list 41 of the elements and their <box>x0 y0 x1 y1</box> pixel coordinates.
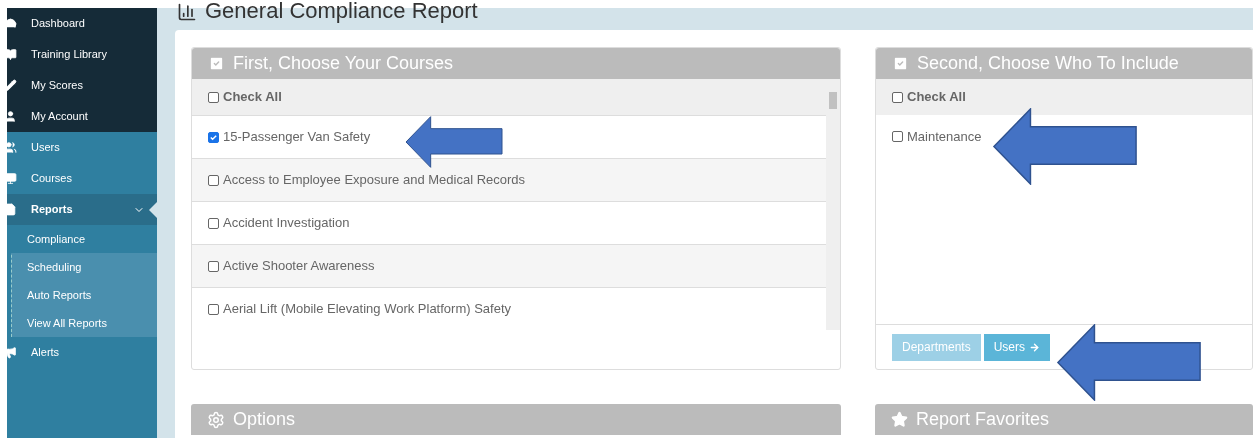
group-row[interactable]: Maintenance <box>876 115 1252 158</box>
checkbox[interactable] <box>208 217 219 229</box>
course-row[interactable]: Access to Employee Exposure and Medical Records <box>192 158 826 201</box>
panel-title: Report Favorites <box>916 408 1050 431</box>
sidebar-item[interactable]: Dashboard <box>7 8 157 39</box>
scrollbar[interactable] <box>826 79 840 330</box>
star-icon <box>891 411 908 428</box>
submenu-item[interactable]: Auto Reports <box>12 281 157 309</box>
chart-icon <box>177 2 197 22</box>
checkbox[interactable] <box>208 260 219 272</box>
sidebar-item[interactable]: My Account <box>7 101 157 132</box>
checkbox-icon <box>892 55 909 72</box>
users-icon <box>4 141 17 154</box>
checkbox-icon <box>208 55 225 72</box>
sidebar-item[interactable]: Training Library <box>7 39 157 70</box>
sidebar-item[interactable]: My Scores <box>7 70 157 101</box>
megaphone-icon <box>4 346 17 359</box>
checkbox[interactable] <box>892 91 903 103</box>
page-title: General Compliance Report <box>205 0 478 22</box>
checkbox[interactable] <box>208 174 219 186</box>
sidebar-item[interactable]: Courses <box>7 163 157 194</box>
panel-title: First, Choose Your Courses <box>233 52 454 75</box>
checkbox[interactable] <box>208 91 219 103</box>
sidebar-item[interactable]: Users <box>7 132 157 163</box>
sidebar-item[interactable]: Reports <box>7 194 157 225</box>
user-icon <box>4 110 17 123</box>
check-all-row[interactable]: Check All <box>876 79 1252 115</box>
checkbox[interactable] <box>208 303 219 315</box>
panel-title: Second, Choose Who To Include <box>917 52 1179 75</box>
course-row[interactable]: Active Shooter Awareness <box>192 244 826 287</box>
submenu-item[interactable]: Scheduling <box>12 253 157 281</box>
panel-title: Options <box>233 408 296 431</box>
check-all-row[interactable]: Check All <box>192 79 826 115</box>
gears-icon <box>207 410 225 429</box>
submenu-item[interactable]: Compliance <box>8 225 157 253</box>
pencil-icon <box>4 79 17 92</box>
arrow-right-icon <box>1029 341 1041 353</box>
checkbox[interactable] <box>892 131 903 142</box>
sidebar-item[interactable]: Alerts <box>7 337 157 368</box>
checkbox[interactable] <box>208 131 219 143</box>
submenu-item[interactable]: View All Reports <box>12 309 157 337</box>
